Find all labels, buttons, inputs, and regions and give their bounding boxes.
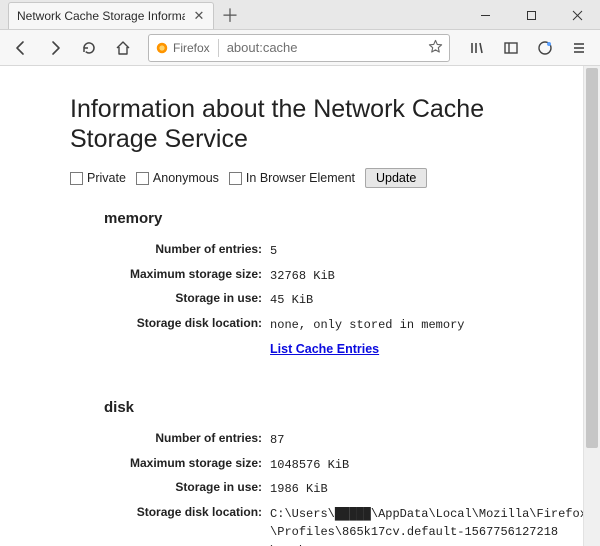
table-row: Number of entries: 5 bbox=[130, 239, 464, 264]
table-row: Maximum storage size: 1048576 KiB bbox=[130, 453, 587, 478]
row-label: Storage disk location: bbox=[130, 313, 270, 338]
row-label: Number of entries: bbox=[130, 239, 270, 264]
table-row: Storage disk location: none, only stored… bbox=[130, 313, 464, 338]
row-label: Number of entries: bbox=[130, 428, 270, 453]
table-row: Number of entries: 87 bbox=[130, 428, 587, 453]
checkbox-icon bbox=[229, 172, 242, 185]
table-row: Maximum storage size: 32768 KiB bbox=[130, 264, 464, 289]
identity-label: Firefox bbox=[173, 41, 210, 55]
identity-box[interactable]: Firefox bbox=[155, 41, 210, 55]
extension-button[interactable] bbox=[530, 33, 560, 63]
scrollbar-thumb[interactable] bbox=[586, 68, 598, 448]
detail-table: Number of entries: 87 Maximum storage si… bbox=[130, 428, 587, 546]
detail-table: Number of entries: 5 Maximum storage siz… bbox=[130, 239, 464, 363]
checkbox-icon bbox=[70, 172, 83, 185]
window-maximize-button[interactable] bbox=[508, 0, 554, 30]
table-row: List Cache Entries bbox=[130, 337, 464, 363]
row-value: C:\Users\█████\AppData\Local\Mozilla\Fir… bbox=[270, 502, 587, 546]
private-checkbox[interactable]: Private bbox=[70, 171, 126, 185]
back-button[interactable] bbox=[6, 33, 36, 63]
bookmark-star-icon[interactable] bbox=[428, 39, 443, 57]
row-value: 5 bbox=[270, 239, 464, 264]
window-minimize-button[interactable] bbox=[462, 0, 508, 30]
row-label: Maximum storage size: bbox=[130, 453, 270, 478]
update-button[interactable]: Update bbox=[365, 168, 427, 188]
row-label: Maximum storage size: bbox=[130, 264, 270, 289]
url-bar[interactable]: Firefox about:cache bbox=[148, 34, 450, 62]
anonymous-checkbox[interactable]: Anonymous bbox=[136, 171, 219, 185]
cache-section-memory: memory Number of entries: 5 Maximum stor… bbox=[70, 210, 552, 363]
url-text: about:cache bbox=[227, 40, 424, 55]
forward-button[interactable] bbox=[40, 33, 70, 63]
library-button[interactable] bbox=[462, 33, 492, 63]
row-label: Storage in use: bbox=[130, 477, 270, 502]
row-label: Storage disk location: bbox=[130, 502, 270, 546]
row-value: 32768 KiB bbox=[270, 264, 464, 289]
app-menu-button[interactable] bbox=[564, 33, 594, 63]
in-browser-element-checkbox[interactable]: In Browser Element bbox=[229, 171, 355, 185]
section-heading: memory bbox=[104, 210, 552, 227]
firefox-icon bbox=[155, 41, 169, 55]
row-value: none, only stored in memory bbox=[270, 313, 464, 338]
table-row: Storage in use: 45 KiB bbox=[130, 288, 464, 313]
vertical-scrollbar[interactable] bbox=[583, 66, 600, 546]
checkbox-label: Private bbox=[87, 171, 126, 185]
filter-controls: Private Anonymous In Browser Element Upd… bbox=[70, 168, 552, 188]
row-value: 1048576 KiB bbox=[270, 453, 587, 478]
browser-toolbar: Firefox about:cache bbox=[0, 30, 600, 66]
cache-section-disk: disk Number of entries: 87 Maximum stora… bbox=[70, 399, 552, 546]
new-tab-button[interactable]: ＋ bbox=[216, 1, 244, 29]
table-row: Storage in use: 1986 KiB bbox=[130, 477, 587, 502]
row-label: Storage in use: bbox=[130, 288, 270, 313]
home-button[interactable] bbox=[108, 33, 138, 63]
list-entries-link[interactable]: List Cache Entries bbox=[270, 342, 379, 356]
checkbox-label: In Browser Element bbox=[246, 171, 355, 185]
row-value: 45 KiB bbox=[270, 288, 464, 313]
tab-title: Network Cache Storage Informatio bbox=[17, 9, 185, 23]
row-value: 87 bbox=[270, 428, 587, 453]
reload-button[interactable] bbox=[74, 33, 104, 63]
checkbox-icon bbox=[136, 172, 149, 185]
window-titlebar: Network Cache Storage Informatio ✕ ＋ bbox=[0, 0, 600, 30]
checkbox-label: Anonymous bbox=[153, 171, 219, 185]
window-controls bbox=[462, 0, 600, 29]
content-viewport: Information about the Network Cache Stor… bbox=[0, 66, 600, 546]
page-title: Information about the Network Cache Stor… bbox=[70, 94, 552, 154]
sidebar-button[interactable] bbox=[496, 33, 526, 63]
section-heading: disk bbox=[104, 399, 552, 416]
row-value: 1986 KiB bbox=[270, 477, 587, 502]
urlbar-separator bbox=[218, 39, 219, 57]
table-row: Storage disk location: C:\Users\█████\Ap… bbox=[130, 502, 587, 546]
browser-tab[interactable]: Network Cache Storage Informatio ✕ bbox=[8, 2, 214, 29]
window-close-button[interactable] bbox=[554, 0, 600, 30]
tab-close-button[interactable]: ✕ bbox=[191, 8, 207, 24]
